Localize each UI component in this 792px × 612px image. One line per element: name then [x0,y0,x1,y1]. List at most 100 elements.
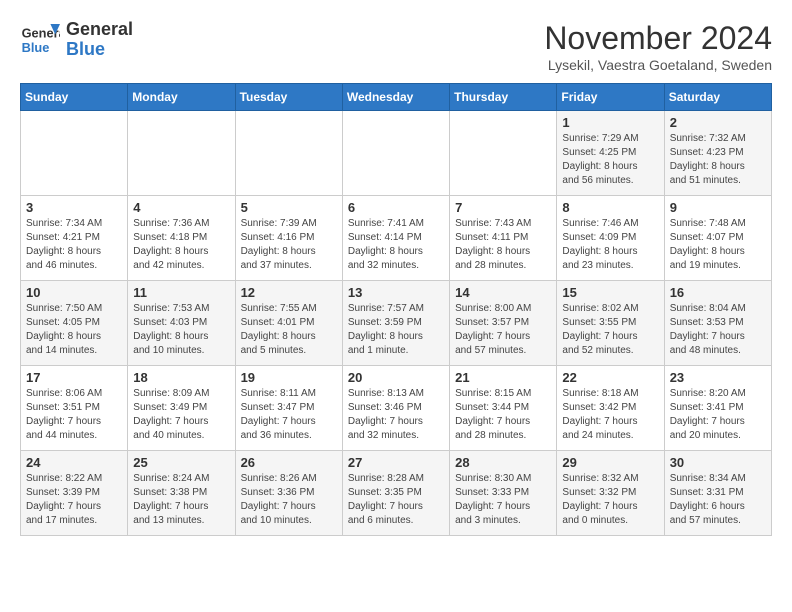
calendar-cell: 23 Sunrise: 8:20 AMSunset: 3:41 PMDayligh… [664,366,771,451]
calendar-cell: 22 Sunrise: 8:18 AMSunset: 3:42 PMDayligh… [557,366,664,451]
day-info: Sunrise: 7:41 AMSunset: 4:14 PMDaylight:… [348,217,444,273]
calendar-cell: 30Sunrise: 8:34 AMSunset: 3:31 PMDayligh… [664,451,771,536]
calendar-week-row: 3Sunrise: 7:34 AMSunset: 4:21 PMDaylight… [21,196,772,281]
calendar-cell: 29Sunrise: 8:32 AMSunset: 3:32 PMDayligh… [557,451,664,536]
calendar-table: SundayMondayTuesdayWednesdayThursdayFrid… [20,83,772,536]
day-number: 13 [348,285,444,300]
calendar-cell: 3Sunrise: 7:34 AMSunset: 4:21 PMDaylight… [21,196,128,281]
location-title: Lysekil, Vaestra Goetaland, Sweden [544,57,772,73]
day-number: 25 [133,455,229,470]
day-info: Sunrise: 7:43 AMSunset: 4:11 PMDaylight:… [455,217,551,273]
title-section: November 2024 Lysekil, Vaestra Goetaland… [544,20,772,73]
day-number: 7 [455,200,551,215]
calendar-cell: 2 Sunrise: 7:32 AMSunset: 4:23 PMDaylight… [664,111,771,196]
calendar-cell: 11 Sunrise: 7:53 AMSunset: 4:03 PMDayligh… [128,281,235,366]
calendar-cell: 5 Sunrise: 7:39 AMSunset: 4:16 PMDaylight… [235,196,342,281]
day-number: 20 [348,370,444,385]
calendar-cell: 15 Sunrise: 8:02 AMSunset: 3:55 PMDayligh… [557,281,664,366]
day-number: 26 [241,455,337,470]
calendar-cell: 28 Sunrise: 8:30 AMSunset: 3:33 PMDayligh… [450,451,557,536]
day-info: Sunrise: 7:39 AMSunset: 4:16 PMDaylight:… [241,217,337,273]
day-info: Sunrise: 7:36 AMSunset: 4:18 PMDaylight:… [133,217,229,273]
day-number: 2 [670,115,766,130]
day-number: 30 [670,455,766,470]
calendar-cell [21,111,128,196]
calendar-cell: 6Sunrise: 7:41 AMSunset: 4:14 PMDaylight… [342,196,449,281]
day-info: Sunrise: 7:34 AMSunset: 4:21 PMDaylight:… [26,217,122,273]
day-number: 5 [241,200,337,215]
calendar-cell [128,111,235,196]
day-info: Sunrise: 8:04 AMSunset: 3:53 PMDaylight:… [670,302,766,358]
day-info: Sunrise: 8:13 AMSunset: 3:46 PMDaylight:… [348,387,444,443]
day-number: 11 [133,285,229,300]
calendar-cell: 14 Sunrise: 8:00 AMSunset: 3:57 PMDayligh… [450,281,557,366]
day-info: Sunrise: 7:32 AMSunset: 4:23 PMDaylight:… [670,132,766,188]
day-info: Sunrise: 7:53 AMSunset: 4:03 PMDaylight:… [133,302,229,358]
day-info: Sunrise: 8:00 AMSunset: 3:57 PMDaylight:… [455,302,551,358]
calendar-cell: 8 Sunrise: 7:46 AMSunset: 4:09 PMDaylight… [557,196,664,281]
logo: General Blue General Blue [20,20,133,60]
day-info: Sunrise: 8:02 AMSunset: 3:55 PMDaylight:… [562,302,658,358]
calendar-cell: 20 Sunrise: 8:13 AMSunset: 3:46 PMDayligh… [342,366,449,451]
calendar-cell: 25Sunrise: 8:24 AMSunset: 3:38 PMDayligh… [128,451,235,536]
day-number: 10 [26,285,122,300]
day-info: Sunrise: 8:22 AMSunset: 3:39 PMDaylight:… [26,472,122,528]
day-info: Sunrise: 7:57 AMSunset: 3:59 PMDaylight:… [348,302,444,358]
calendar-header-row: SundayMondayTuesdayWednesdayThursdayFrid… [21,84,772,111]
calendar-cell: 18 Sunrise: 8:09 AMSunset: 3:49 PMDayligh… [128,366,235,451]
day-info: Sunrise: 8:30 AMSunset: 3:33 PMDaylight:… [455,472,551,528]
calendar-week-row: 24 Sunrise: 8:22 AMSunset: 3:39 PMDayligh… [21,451,772,536]
day-number: 8 [562,200,658,215]
calendar-week-row: 17Sunrise: 8:06 AMSunset: 3:51 PMDayligh… [21,366,772,451]
page-header: General Blue General Blue November 2024 … [20,20,772,73]
calendar-header-day: Friday [557,84,664,111]
day-number: 28 [455,455,551,470]
calendar-cell: 24 Sunrise: 8:22 AMSunset: 3:39 PMDayligh… [21,451,128,536]
calendar-cell: 13 Sunrise: 7:57 AMSunset: 3:59 PMDayligh… [342,281,449,366]
day-number: 24 [26,455,122,470]
calendar-cell: 21 Sunrise: 8:15 AMSunset: 3:44 PMDayligh… [450,366,557,451]
day-info: Sunrise: 8:09 AMSunset: 3:49 PMDaylight:… [133,387,229,443]
day-info: Sunrise: 8:20 AMSunset: 3:41 PMDaylight:… [670,387,766,443]
day-number: 29 [562,455,658,470]
day-info: Sunrise: 8:15 AMSunset: 3:44 PMDaylight:… [455,387,551,443]
calendar-header-day: Saturday [664,84,771,111]
day-number: 14 [455,285,551,300]
calendar-cell: 4 Sunrise: 7:36 AMSunset: 4:18 PMDaylight… [128,196,235,281]
calendar-cell: 10 Sunrise: 7:50 AMSunset: 4:05 PMDayligh… [21,281,128,366]
day-number: 15 [562,285,658,300]
day-number: 4 [133,200,229,215]
day-info: Sunrise: 7:46 AMSunset: 4:09 PMDaylight:… [562,217,658,273]
day-number: 18 [133,370,229,385]
calendar-header-day: Sunday [21,84,128,111]
day-info: Sunrise: 7:48 AMSunset: 4:07 PMDaylight:… [670,217,766,273]
day-number: 23 [670,370,766,385]
calendar-cell: 26 Sunrise: 8:26 AMSunset: 3:36 PMDayligh… [235,451,342,536]
day-number: 1 [562,115,658,130]
day-number: 12 [241,285,337,300]
logo-icon: General Blue [20,20,60,60]
day-number: 27 [348,455,444,470]
calendar-cell: 19Sunrise: 8:11 AMSunset: 3:47 PMDayligh… [235,366,342,451]
calendar-header-day: Thursday [450,84,557,111]
day-number: 9 [670,200,766,215]
day-info: Sunrise: 7:50 AMSunset: 4:05 PMDaylight:… [26,302,122,358]
month-title: November 2024 [544,20,772,57]
calendar-cell: 16 Sunrise: 8:04 AMSunset: 3:53 PMDayligh… [664,281,771,366]
calendar-cell: 27Sunrise: 8:28 AMSunset: 3:35 PMDayligh… [342,451,449,536]
day-info: Sunrise: 8:26 AMSunset: 3:36 PMDaylight:… [241,472,337,528]
day-info: Sunrise: 7:55 AMSunset: 4:01 PMDaylight:… [241,302,337,358]
calendar-cell [342,111,449,196]
svg-text:Blue: Blue [22,40,50,55]
day-number: 16 [670,285,766,300]
day-number: 17 [26,370,122,385]
calendar-cell: 17Sunrise: 8:06 AMSunset: 3:51 PMDayligh… [21,366,128,451]
day-number: 22 [562,370,658,385]
calendar-cell [450,111,557,196]
day-info: Sunrise: 7:29 AMSunset: 4:25 PMDaylight:… [562,132,658,188]
day-info: Sunrise: 8:18 AMSunset: 3:42 PMDaylight:… [562,387,658,443]
calendar-week-row: 1 Sunrise: 7:29 AMSunset: 4:25 PMDaylight… [21,111,772,196]
calendar-header-day: Tuesday [235,84,342,111]
day-number: 21 [455,370,551,385]
calendar-cell: 1 Sunrise: 7:29 AMSunset: 4:25 PMDaylight… [557,111,664,196]
